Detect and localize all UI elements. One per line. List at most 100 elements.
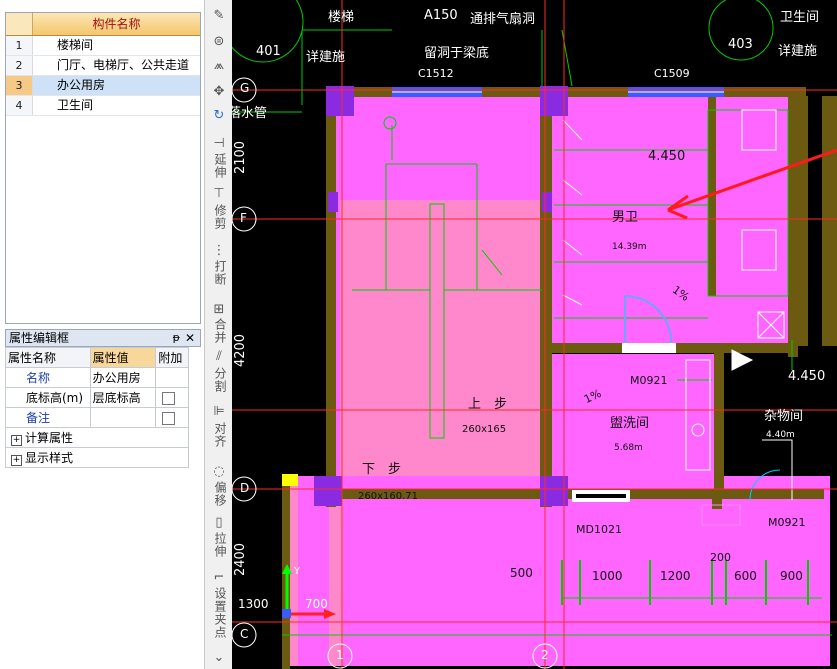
dimension-label: 2100	[233, 140, 249, 175]
component-row[interactable]: 1 楼梯间	[6, 36, 200, 56]
prop-extra[interactable]	[155, 387, 189, 408]
door-md1021-label: MD1021	[576, 523, 622, 536]
component-name-header[interactable]: 构件名称	[33, 13, 200, 35]
axis-label-1: 1	[336, 648, 344, 662]
door-m0921-label: M0921	[768, 516, 806, 529]
trim-label[interactable]: 修剪	[209, 204, 229, 230]
component-row-selected[interactable]: 3 办公用房	[6, 76, 200, 96]
prop-value[interactable]	[89, 407, 157, 428]
align-icon[interactable]: ⊫	[209, 404, 229, 420]
dimension-label: 1000	[592, 569, 623, 583]
pen-icon[interactable]: ✎	[209, 8, 229, 24]
move-icon[interactable]: ✥	[209, 84, 229, 100]
break-icon[interactable]: ⋮	[209, 243, 229, 259]
group-label: 显示样式	[25, 451, 74, 465]
prop-value[interactable]: 办公用房	[89, 367, 157, 388]
dimension-label: 600	[734, 569, 757, 583]
split-label[interactable]: 分割	[209, 367, 229, 393]
circle-401: 401	[256, 44, 281, 59]
rotate-icon[interactable]: ↻	[209, 108, 229, 124]
property-grid: 属性名称 属性值 附加 名称 办公用房 底标高(m) 层底标高 备注 + 计算属性…	[5, 347, 189, 468]
property-row[interactable]: 名称 办公用房	[5, 367, 189, 388]
extend-label[interactable]: 延伸	[209, 153, 229, 179]
group-label: 计算属性	[25, 431, 74, 445]
row-name[interactable]: 办公用房	[33, 76, 200, 95]
component-list: 构件名称 1 楼梯间 2 门厅、电梯厅、公共走道 3 办公用房 4 卫生间	[5, 12, 201, 324]
dimension-label: 1200	[660, 569, 691, 583]
cad-canvas[interactable]: 楼梯 A150 通排气扇洞 卫生间 401 403 详建施 详建施 留洞于梁底 …	[232, 0, 837, 669]
door-m0921-label: M0921	[630, 374, 668, 387]
row-name[interactable]: 楼梯间	[33, 36, 200, 55]
offset-icon[interactable]: ◌	[209, 464, 229, 480]
detail-right-label: 详建施	[778, 44, 818, 59]
component-row[interactable]: 4 卫生间	[6, 96, 200, 116]
property-panel-title: 属性编辑框	[9, 331, 70, 345]
stretch-label[interactable]: 拉伸	[209, 532, 229, 558]
dimension-label: 900	[780, 569, 803, 583]
prop-value[interactable]: 层底标高	[89, 387, 157, 408]
checkbox[interactable]	[162, 411, 176, 425]
stair-down-label: 下 步	[362, 462, 402, 477]
wash-room-label: 盥洗间	[610, 416, 650, 431]
wc-top-label: 卫生间	[780, 10, 820, 25]
beam-hole-label: 留洞于梁底	[424, 46, 490, 61]
dimension-label: 2400	[233, 542, 249, 577]
property-group[interactable]: + 显示样式	[5, 447, 189, 468]
axis-label-d: D	[240, 481, 250, 495]
prop-name: 备注	[5, 407, 91, 428]
merge-icon[interactable]: ⊞	[209, 302, 229, 318]
prop-name: 底标高(m)	[5, 387, 91, 408]
copy-icon[interactable]: ⊜	[209, 34, 229, 50]
component-row[interactable]: 2 门厅、电梯厅、公共走道	[6, 56, 200, 76]
grip-icon[interactable]: ⌐	[209, 570, 229, 586]
grip-label[interactable]: 设置夹点	[209, 587, 229, 639]
elevation-label: 4.450	[788, 369, 826, 384]
row-name[interactable]: 卫生间	[33, 96, 200, 115]
elevation-label: 4.450	[648, 149, 686, 164]
stair-label: 楼梯	[328, 10, 355, 25]
wash-room-area: 5.68m	[614, 443, 643, 453]
property-panel-titlebar: 属性编辑框 ᵽ ✕	[5, 329, 201, 347]
row-index: 3	[6, 76, 33, 95]
offset-label[interactable]: 偏移	[209, 481, 229, 507]
dimension-label: 500	[510, 566, 533, 580]
row-index: 4	[6, 96, 33, 115]
detail-left-label: 详建施	[306, 50, 346, 65]
property-row[interactable]: 底标高(m) 层底标高	[5, 387, 189, 408]
trim-icon[interactable]: ⊤	[209, 186, 229, 202]
a150-label: A150	[424, 8, 458, 23]
dimension-label: 200	[710, 551, 731, 564]
property-row[interactable]: 备注	[5, 407, 189, 428]
mirror-icon[interactable]: ⩕	[209, 58, 229, 74]
chevron-down-icon[interactable]: ⌄	[209, 650, 229, 666]
expand-icon[interactable]: +	[11, 455, 22, 466]
step-size-label: 260x165	[462, 424, 507, 435]
dimension-label: 1300	[238, 597, 269, 611]
mens-wc-fill	[548, 92, 798, 348]
component-list-header: 构件名称	[6, 13, 200, 36]
expand-icon[interactable]: +	[11, 435, 22, 446]
property-group[interactable]: + 计算属性	[5, 427, 189, 448]
row-name[interactable]: 门厅、电梯厅、公共走道	[33, 56, 200, 75]
checkbox[interactable]	[162, 391, 176, 405]
window-c1509-label: C1509	[654, 67, 690, 80]
mens-wc-area: 14.39m	[612, 242, 647, 252]
pin-icon[interactable]: ᵽ	[173, 330, 180, 346]
dimension-label: 700	[305, 597, 328, 611]
align-label[interactable]: 对齐	[209, 422, 229, 448]
row-index: 1	[6, 36, 33, 55]
stretch-icon[interactable]: ▯	[209, 515, 229, 531]
property-grid-header: 属性名称 属性值 附加	[5, 347, 189, 368]
dimension-label: 4200	[233, 333, 249, 368]
axis-label-2: 2	[541, 648, 549, 662]
prop-extra[interactable]	[155, 407, 189, 428]
split-icon[interactable]: ⫽	[209, 349, 229, 365]
storage-label: 杂物间	[764, 409, 804, 424]
edit-toolbar: ✎ ⊜ ⩕ ✥ ↻ ⊣ 延伸 ⊤ 修剪 ⋮ 打断 ⊞ 合并 ⫽ 分割 ⊫ 对齐 …	[204, 0, 233, 669]
axis-label-f: F	[240, 211, 247, 225]
break-label[interactable]: 打断	[209, 260, 229, 286]
close-icon[interactable]: ✕	[185, 330, 195, 346]
header-prop-extra: 附加	[155, 347, 189, 368]
extend-icon[interactable]: ⊣	[209, 136, 229, 152]
merge-label[interactable]: 合并	[209, 318, 229, 344]
